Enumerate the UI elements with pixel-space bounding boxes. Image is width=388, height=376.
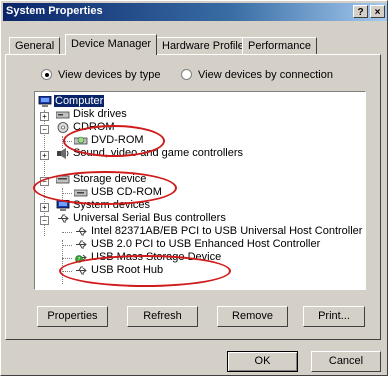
tree-node-storage-device[interactable]: Storage device	[56, 173, 147, 186]
tab-hardware-profiles[interactable]: Hardware Profiles	[156, 37, 256, 54]
tree-label: Disk drives	[73, 108, 127, 120]
view-by-type-label: View devices by type	[58, 69, 161, 81]
close-button[interactable]: ×	[370, 5, 385, 18]
expand-icon[interactable]: +	[40, 151, 49, 160]
svg-text:?: ?	[78, 257, 81, 263]
title-bar: System Properties ? ×	[3, 3, 387, 21]
tree-label-computer: Computer	[54, 95, 105, 107]
view-by-connection-option[interactable]: View devices by connection	[181, 69, 333, 81]
computer-icon	[38, 96, 52, 107]
tab-performance[interactable]: Performance	[242, 37, 317, 54]
cdrom-icon	[57, 122, 69, 133]
tree-node-usb-root-hub[interactable]: USB Root Hub	[74, 264, 164, 277]
properties-button[interactable]: Properties	[37, 306, 108, 327]
tree-line	[62, 258, 72, 259]
tree-node-usb-cdrom[interactable]: USB CD-ROM	[74, 186, 163, 199]
collapse-icon[interactable]: −	[40, 177, 49, 186]
usb-icon	[76, 266, 87, 275]
usb-icon	[76, 227, 87, 236]
tree-label: DVD-ROM	[91, 134, 144, 146]
tree-label: Universal Serial Bus controllers	[73, 212, 226, 224]
view-by-type-option[interactable]: View devices by type	[41, 69, 161, 81]
disk-drive-icon	[56, 111, 70, 119]
tree-line	[62, 245, 72, 246]
tree-label: USB CD-ROM	[91, 186, 162, 198]
tab-device-manager[interactable]: Device Manager	[65, 34, 158, 55]
storage-icon	[56, 175, 70, 184]
tree-label: USB 2.0 PCI to USB Enhanced Host Control…	[91, 238, 321, 250]
expand-icon[interactable]: +	[40, 112, 49, 121]
tree-line	[62, 141, 72, 142]
dvd-drive-icon	[74, 136, 88, 145]
tree-node-usb-controllers[interactable]: Universal Serial Bus controllers	[56, 212, 227, 225]
refresh-button[interactable]: Refresh	[127, 306, 198, 327]
tree-line	[62, 240, 63, 284]
tree-label: Sound, video and game controllers	[73, 147, 243, 159]
radio-unchecked-icon[interactable]	[181, 69, 192, 80]
tree-line	[62, 271, 72, 272]
tree-node-usb-mass-storage[interactable]: ? USB Mass Storage Device	[74, 251, 222, 264]
tree-node-usb2-controller[interactable]: USB 2.0 PCI to USB Enhanced Host Control…	[74, 238, 321, 251]
tree-node-dvd-rom[interactable]: DVD-ROM	[74, 134, 145, 147]
tree-node-system-devices[interactable]: System devices	[56, 199, 151, 212]
tree-label: Storage device	[73, 173, 147, 185]
remove-button[interactable]: Remove	[217, 306, 288, 327]
print-button[interactable]: Print...	[303, 306, 365, 327]
tree-line	[62, 193, 72, 194]
tree-label: USB Root Hub	[91, 264, 164, 276]
usb-cdrom-icon	[74, 189, 88, 197]
device-tree[interactable]: Computer + Disk drives − CDROM DVD-ROM +…	[34, 91, 366, 290]
tree-line	[62, 232, 72, 233]
collapse-icon[interactable]: −	[40, 125, 49, 134]
tab-general[interactable]: General	[9, 37, 61, 54]
tree-node-disk-drives[interactable]: Disk drives	[56, 108, 128, 121]
help-button[interactable]: ?	[353, 5, 368, 18]
system-properties-window: System Properties ? × General Device Man…	[0, 0, 388, 376]
usb-icon	[76, 240, 87, 249]
expand-icon[interactable]: +	[40, 203, 49, 212]
view-by-connection-label: View devices by connection	[198, 69, 333, 81]
ok-button[interactable]: OK	[227, 351, 298, 372]
collapse-icon[interactable]: −	[40, 216, 49, 225]
system-devices-icon	[56, 200, 70, 211]
window-title: System Properties	[6, 5, 103, 17]
cancel-button[interactable]: Cancel	[311, 351, 381, 372]
tree-node-intel-usb[interactable]: Intel 82371AB/EB PCI to USB Universal Ho…	[74, 225, 363, 238]
tree-label: USB Mass Storage Device	[91, 251, 222, 263]
tree-node-computer[interactable]: Computer	[38, 95, 105, 108]
tree-label: Intel 82371AB/EB PCI to USB Universal Ho…	[91, 225, 363, 237]
radio-checked-icon[interactable]	[41, 69, 52, 80]
speaker-icon	[57, 148, 69, 159]
usb-mass-storage-icon: ?	[75, 254, 87, 263]
usb-icon	[58, 214, 69, 223]
tree-label: CDROM	[73, 121, 115, 133]
tree-node-cdrom[interactable]: CDROM	[56, 121, 116, 134]
tree-label: System devices	[73, 199, 151, 211]
tree-node-sound[interactable]: Sound, video and game controllers	[56, 147, 244, 160]
